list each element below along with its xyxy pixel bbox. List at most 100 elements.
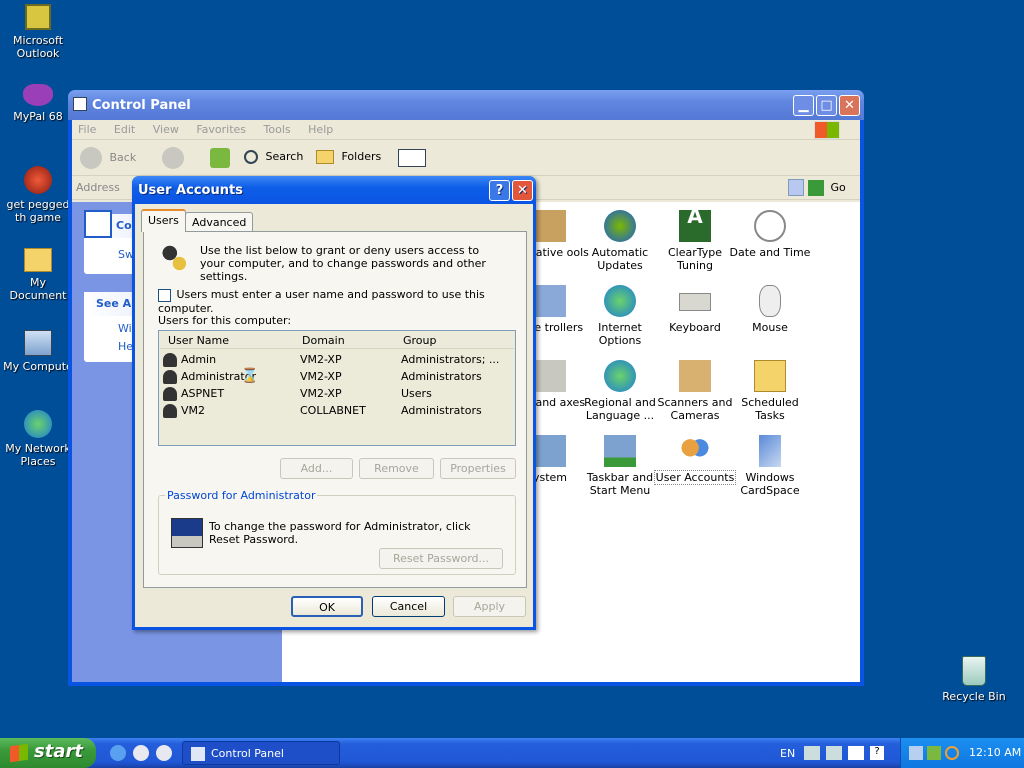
start-button[interactable]: start [0, 738, 96, 768]
cp-item-scanners-cameras[interactable]: Scanners and Cameras [653, 360, 737, 422]
column-user-name[interactable]: User Name [168, 334, 229, 347]
desktop-icon-documents[interactable]: My Document [0, 248, 76, 302]
help-link[interactable]: He [118, 340, 133, 353]
column-group[interactable]: Group [403, 334, 437, 347]
taskbar-item-control-panel[interactable]: Control Panel [182, 741, 340, 765]
cp-item-automatic-updates[interactable]: Automatic Updates [578, 210, 662, 272]
dialog-titlebar[interactable]: User Accounts ? ✕ [132, 176, 536, 204]
control-panel-task-icon [191, 747, 205, 761]
window-title: Control Panel [92, 98, 191, 113]
computer-icon [24, 330, 52, 356]
require-login-checkbox[interactable] [158, 288, 171, 302]
help-tray-icon[interactable]: ? [870, 746, 884, 760]
cp-item-cleartype[interactable]: A ClearType Tuning [653, 206, 737, 272]
dialog-close-button[interactable]: ✕ [512, 180, 533, 201]
back-arrow-icon [80, 147, 102, 169]
cp-item-user-accounts[interactable]: User Accounts [653, 435, 737, 485]
table-row[interactable]: Administrator VM2-XP Administrators ⌛ [163, 368, 513, 385]
maximize-button[interactable]: □ [816, 95, 837, 116]
hourglass-cursor-icon: ⌛ [241, 368, 259, 384]
table-row[interactable]: ASPNET VM2-XP Users [163, 385, 513, 402]
desktop-icon-mypal[interactable]: MyPal 68 [0, 84, 76, 123]
folders-button[interactable]: Folders [316, 150, 381, 164]
dialog-body: Users Advanced Use the list below to gra… [135, 204, 533, 627]
menu-help[interactable]: Help [308, 123, 333, 136]
keyboard-tray-icon[interactable] [804, 746, 820, 760]
menu-file[interactable]: File [78, 123, 96, 136]
back-button[interactable]: Back [80, 147, 136, 169]
tab-advanced[interactable]: Advanced [185, 212, 254, 232]
cp-item-regional-language[interactable]: Regional and Language ... [578, 360, 662, 422]
remove-user-button[interactable]: Remove [359, 458, 434, 479]
desktop-icon-game[interactable]: get pegged th game [0, 166, 76, 224]
language-indicator[interactable]: EN [780, 747, 795, 760]
game-controller-icon [534, 285, 566, 317]
cp-item-mouse[interactable]: Mouse [728, 285, 812, 334]
control-panel-icon [73, 97, 87, 111]
menu-view[interactable]: View [153, 123, 179, 136]
users-list[interactable]: User Name Domain Group Admin VM2-XP Admi… [158, 330, 516, 446]
folders-label: Folders [341, 150, 382, 163]
desktop-icon-label: Microsoft Outlook [12, 34, 64, 60]
users-list-header: User Name Domain Group [160, 332, 514, 349]
windows-update-link[interactable]: Wi [118, 322, 132, 335]
up-folder-icon[interactable] [210, 148, 230, 168]
taskbar-icon [604, 435, 636, 467]
pen-tray-icon[interactable] [826, 746, 842, 760]
menu-tools[interactable]: Tools [264, 123, 291, 136]
cp-item-keyboard[interactable]: Keyboard [653, 285, 737, 334]
go-button[interactable]: Go [808, 180, 846, 196]
ok-button[interactable]: OK [291, 596, 363, 617]
language-bar-tray-icon[interactable] [848, 746, 864, 760]
close-button[interactable]: ✕ [839, 95, 860, 116]
desktop-icon-computer[interactable]: My Compute [0, 330, 76, 373]
window-titlebar[interactable]: Control Panel ▁ □ ✕ [68, 90, 864, 120]
mouse-icon [759, 285, 781, 317]
address-label: Address [76, 181, 120, 194]
desktop-icon-outlook[interactable]: Microsoft Outlook [0, 4, 76, 60]
apply-button[interactable]: Apply [453, 596, 526, 617]
dialog-help-button[interactable]: ? [489, 180, 510, 201]
search-tray-icon[interactable] [945, 746, 959, 760]
system-tray: 12:10 AM [900, 738, 1024, 768]
address-dropdown-icon[interactable] [788, 179, 804, 196]
cp-item-scheduled-tasks[interactable]: Scheduled Tasks [728, 360, 812, 422]
security-tray-icon[interactable] [927, 746, 941, 760]
minimize-button[interactable]: ▁ [793, 95, 814, 116]
desktop-icon-label: Recycle Bin [942, 690, 1006, 703]
scanner-icon [679, 360, 711, 392]
cancel-button[interactable]: Cancel [372, 596, 445, 617]
cp-item-cardspace[interactable]: Windows CardSpace [728, 435, 812, 497]
search-button[interactable]: Search [244, 150, 303, 164]
clock: 12:10 AM [969, 746, 1022, 759]
desktop-icon-network[interactable]: My Network Places [0, 410, 76, 468]
views-icon[interactable] [398, 149, 426, 167]
cp-item-internet-options[interactable]: Internet Options [578, 285, 662, 347]
forward-arrow-icon[interactable] [162, 147, 184, 169]
ie-quicklaunch-icon[interactable] [110, 745, 126, 761]
cp-item-taskbar-start-menu[interactable]: Taskbar and Start Menu [578, 435, 662, 497]
media-player-icon[interactable] [156, 745, 172, 761]
network-icon [24, 410, 52, 438]
toolbar: Back Search Folders [72, 140, 860, 176]
menu-favorites[interactable]: Favorites [196, 123, 246, 136]
table-row[interactable]: Admin VM2-XP Administrators; ... [163, 351, 513, 368]
system-icon [534, 435, 566, 467]
quicklaunch-icon[interactable] [133, 745, 149, 761]
cp-item-date-time[interactable]: Date and Time [728, 210, 812, 259]
user-properties-button[interactable]: Properties [440, 458, 516, 479]
network-tray-icon[interactable] [909, 746, 923, 760]
windows-flag-icon [10, 743, 28, 763]
reset-password-button[interactable]: Reset Password... [379, 548, 503, 569]
password-group-title: Password for Administrator [167, 489, 316, 502]
add-user-button[interactable]: Add... [280, 458, 353, 479]
tab-users[interactable]: Users [141, 209, 186, 232]
see-also-title: See Al [96, 297, 135, 310]
user-icon [163, 353, 177, 367]
password-instruction: To change the password for Administrator… [209, 520, 471, 546]
desktop-icon-recycle-bin[interactable]: Recycle Bin [936, 656, 1012, 703]
table-row[interactable]: VM2 COLLABNET Administrators [163, 402, 513, 419]
require-login-checkbox-row[interactable]: Users must enter a user name and passwor… [158, 288, 526, 315]
column-domain[interactable]: Domain [302, 334, 345, 347]
menu-edit[interactable]: Edit [114, 123, 135, 136]
